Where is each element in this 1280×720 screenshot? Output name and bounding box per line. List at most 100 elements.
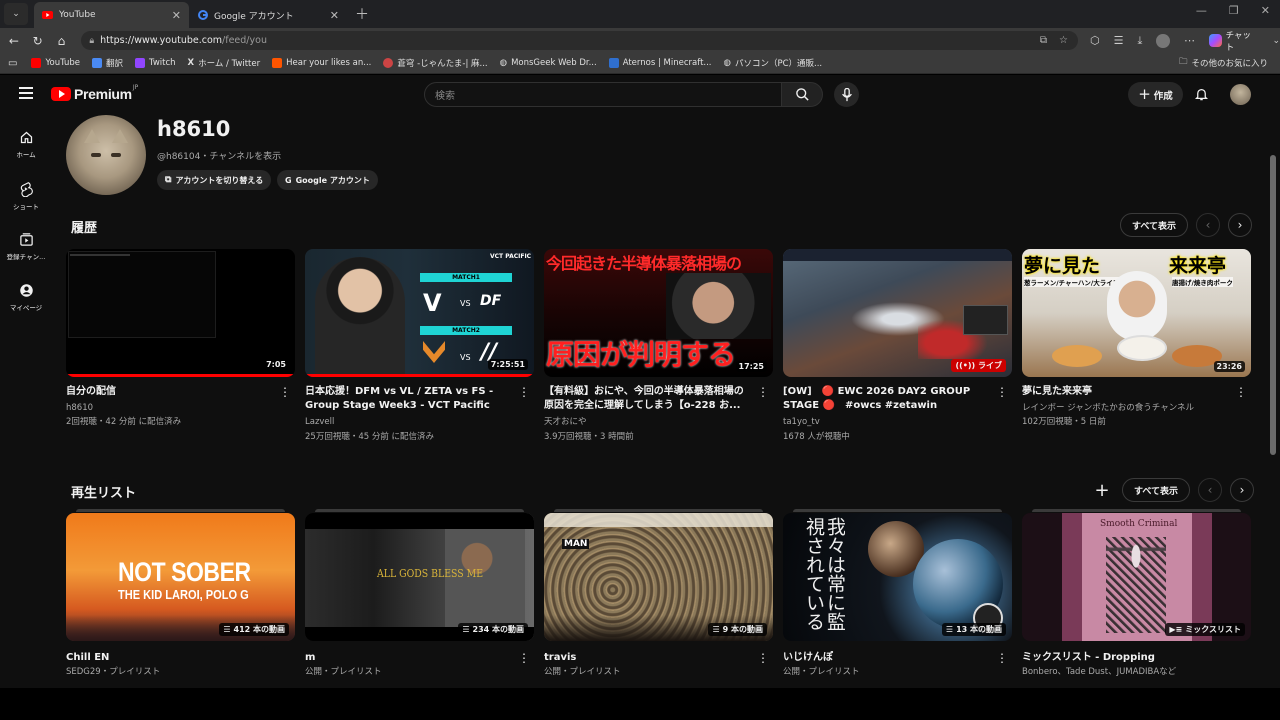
search-input[interactable]: 検索: [424, 82, 782, 107]
more-actions-icon[interactable]: ⋮: [996, 652, 1008, 664]
video-card[interactable]: 今回起きた半導体暴落相場の 原因が判明する 17:25 【有料級】おにや、今回の…: [544, 249, 773, 442]
channel-name[interactable]: Lazvell: [305, 415, 334, 430]
playlist-thumbnail[interactable]: ALL GODS BLESS ME ☰ 234 本の動画: [305, 513, 534, 641]
chevron-down-icon[interactable]: ⌄: [1272, 36, 1280, 46]
playlist-thumbnail[interactable]: NOT SOBER THE KID LAROI, POLO G ☰ 412 本の動…: [66, 513, 295, 641]
playlist-title[interactable]: m: [305, 651, 511, 665]
channel-handle-link[interactable]: @h86104・チャンネルを表示: [157, 149, 281, 162]
more-actions-icon[interactable]: ⋮: [1235, 386, 1247, 398]
minimize-icon[interactable]: —: [1196, 4, 1207, 17]
voice-search-button[interactable]: [834, 82, 859, 107]
mix-thumbnail[interactable]: Smooth Criminal ▶≡ ミックスリスト: [1022, 513, 1251, 641]
back-arrow-icon[interactable]: ←: [2, 34, 26, 48]
bookmark-twitch[interactable]: Twitch: [135, 58, 176, 68]
guide-item-you[interactable]: マイページ: [0, 272, 52, 323]
switch-account-button[interactable]: ⧉ アカウントを切り替える: [157, 170, 272, 190]
guide-item-shorts[interactable]: ショート: [0, 170, 52, 221]
page-scrollbar[interactable]: [1270, 155, 1276, 455]
video-thumbnail[interactable]: 今回起きた半導体暴落相場の 原因が判明する 17:25: [544, 249, 773, 377]
bookmark-translate[interactable]: 翻訳: [92, 57, 123, 69]
video-card[interactable]: MATCH1 MATCH2 V VS DF VS // VCT PACIFIC …: [305, 249, 534, 442]
favorites-icon[interactable]: ☰: [1114, 34, 1124, 47]
mix-card[interactable]: Smooth Criminal ▶≡ ミックスリスト ミックスリスト - Drop…: [1022, 509, 1251, 677]
more-actions-icon[interactable]: ⋮: [996, 386, 1008, 398]
guide-item-subscriptions[interactable]: 登録チャン...: [0, 221, 52, 272]
youtube-premium-logo[interactable]: Premium JP: [51, 84, 138, 102]
video-card[interactable]: 7:05 自分の配信 h8610 2回視聴・42 分前 に配信済み ⋮: [66, 249, 295, 427]
channel-name[interactable]: 天才おにや: [544, 415, 587, 430]
other-favorites[interactable]: 🗀︎ その他のお気に入り: [1179, 56, 1268, 70]
channel-name[interactable]: レインボー ジャンボたかおの食うチャンネル: [1022, 401, 1194, 416]
bookmark-twitter[interactable]: X ホーム / Twitter: [188, 57, 261, 69]
tab-manager-icon[interactable]: ▭: [8, 58, 17, 69]
history-prev-button[interactable]: ‹: [1196, 213, 1221, 237]
playlist-title[interactable]: いじけんぽ: [783, 651, 989, 665]
address-input[interactable]: 🔒︎ https://www.youtube.com/feed/you ⧉ ☆: [81, 31, 1078, 50]
mix-title[interactable]: ミックスリスト - Dropping: [1022, 651, 1228, 665]
video-title[interactable]: 自分の配信: [66, 385, 272, 399]
history-see-all-button[interactable]: すべて表示: [1120, 213, 1189, 237]
video-title[interactable]: 夢に見た来来亭: [1022, 385, 1228, 399]
more-actions-icon[interactable]: ⋮: [518, 652, 530, 664]
search-button[interactable]: [781, 82, 823, 107]
close-window-icon[interactable]: ✕: [1261, 4, 1270, 17]
playlist-card[interactable]: NOT SOBER THE KID LAROI, POLO G ☰ 412 本の動…: [66, 509, 295, 677]
bookmark-pc-shop[interactable]: ◍ パソコン（PC）通販...: [724, 57, 823, 69]
channel-name[interactable]: ta1yo_tv: [783, 415, 820, 430]
tab-actions-menu[interactable]: ⌄: [4, 3, 28, 25]
download-icon[interactable]: ⤓: [1137, 34, 1142, 48]
playlist-card[interactable]: 我々は常に監視されている ☰ 13 本の動画 いじけんぽ 公開・プレイリスト ⋮: [783, 509, 1012, 677]
playlist-card[interactable]: MAN ☰ 9 本の動画 travis 公開・プレイリスト ⋮: [544, 509, 773, 677]
channel-avatar[interactable]: [66, 115, 146, 195]
playlist-thumbnail[interactable]: MAN ☰ 9 本の動画: [544, 513, 773, 641]
extensions-icon[interactable]: ⬡: [1090, 34, 1100, 47]
video-thumbnail[interactable]: MATCH1 MATCH2 V VS DF VS // VCT PACIFIC …: [305, 249, 534, 377]
copilot-button[interactable]: チャット: [1208, 29, 1259, 53]
video-thumbnail[interactable]: ((•)) ライブ: [783, 249, 1012, 377]
google-account-button[interactable]: G Google アカウント: [277, 170, 378, 190]
tab-google-account[interactable]: Google アカウント ✕: [189, 2, 347, 28]
playlists-prev-button[interactable]: ‹: [1198, 478, 1223, 502]
video-title[interactable]: [OW] 🔴 EWC 2026 DAY2 GROUP STAGE 🔴 #owcs…: [783, 385, 989, 413]
channel-name[interactable]: h8610: [66, 401, 93, 416]
create-button[interactable]: + 作成: [1128, 82, 1183, 107]
notifications-bell-icon[interactable]: [1194, 86, 1209, 106]
open-in-app-icon[interactable]: ⧉: [1040, 35, 1047, 46]
video-card[interactable]: 夢に見た 来来亭 葱ラーメン/チャーハン/大ライス 唐揚げ/焼き肉ポーク 23:…: [1022, 249, 1251, 427]
new-tab-icon[interactable]: ＋: [355, 4, 369, 24]
more-actions-icon[interactable]: ⋮: [518, 386, 530, 398]
history-shelf-title[interactable]: 履歴: [71, 217, 97, 236]
refresh-icon[interactable]: ↻: [26, 34, 50, 48]
video-card[interactable]: ((•)) ライブ [OW] 🔴 EWC 2026 DAY2 GROUP STA…: [783, 249, 1012, 442]
account-avatar[interactable]: [1230, 84, 1251, 105]
more-actions-icon[interactable]: ⋮: [757, 386, 769, 398]
video-thumbnail[interactable]: 7:05: [66, 249, 295, 377]
close-tab-icon[interactable]: ✕: [172, 9, 181, 22]
more-menu-icon[interactable]: ⋯: [1184, 34, 1195, 47]
history-next-button[interactable]: ›: [1228, 213, 1253, 237]
restore-icon[interactable]: ❐: [1229, 4, 1239, 17]
bookmark-youtube[interactable]: YouTube: [31, 58, 80, 68]
bookmark-jantama[interactable]: 蒼穹 -じゃんたま-| 麻...: [383, 57, 488, 69]
close-tab-icon[interactable]: ✕: [330, 9, 339, 22]
profile-icon[interactable]: [1156, 33, 1170, 48]
more-actions-icon[interactable]: ⋮: [757, 652, 769, 664]
video-title[interactable]: 【有料級】おにや、今回の半導体暴落相場の原因を完全に理解してしまう【o-228 …: [544, 385, 750, 413]
more-actions-icon[interactable]: ⋮: [279, 386, 291, 398]
playlist-card[interactable]: ALL GODS BLESS ME ☰ 234 本の動画 m 公開・プレイリスト …: [305, 509, 534, 677]
playlist-title[interactable]: Chill EN: [66, 651, 272, 665]
favorite-star-icon[interactable]: ☆: [1059, 35, 1068, 46]
bookmark-monsgeek[interactable]: ◍ MonsGeek Web Dr...: [500, 58, 597, 68]
bookmark-soundcloud[interactable]: Hear your likes an...: [272, 58, 371, 68]
playlists-see-all-button[interactable]: すべて表示: [1122, 478, 1191, 502]
new-playlist-plus-icon[interactable]: +: [1090, 480, 1114, 501]
home-icon[interactable]: ⌂: [50, 34, 74, 48]
playlists-shelf-title[interactable]: 再生リスト: [71, 482, 136, 501]
playlists-next-button[interactable]: ›: [1230, 478, 1255, 502]
guide-item-home[interactable]: ホーム: [0, 119, 52, 170]
video-thumbnail[interactable]: 夢に見た 来来亭 葱ラーメン/チャーハン/大ライス 唐揚げ/焼き肉ポーク 23:…: [1022, 249, 1251, 377]
playlist-thumbnail[interactable]: 我々は常に監視されている ☰ 13 本の動画: [783, 513, 1012, 641]
tab-youtube[interactable]: YouTube ✕: [34, 2, 189, 28]
menu-icon[interactable]: [19, 87, 33, 99]
video-title[interactable]: 日本応援！DFM vs VL / ZETA vs FS - Group Stag…: [305, 385, 511, 413]
